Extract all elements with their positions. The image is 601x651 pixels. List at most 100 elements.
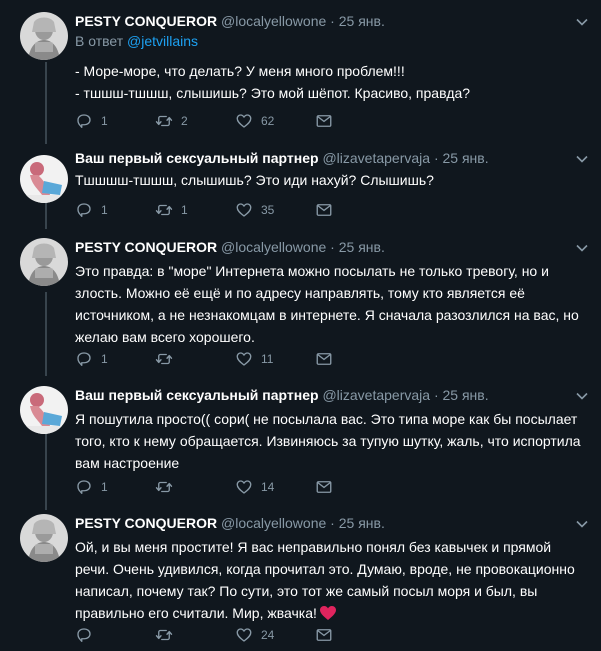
reply-icon (75, 201, 93, 219)
reply-prefix: В ответ (75, 33, 124, 49)
display-name[interactable]: Ваш первый сексуальный партнер (75, 150, 319, 166)
like-button[interactable]: 24 (235, 626, 315, 644)
retweet-button[interactable]: 1 (155, 201, 235, 219)
tweet[interactable]: PESTY CONQUEROR @localyellowone · 25 янв… (0, 0, 601, 145)
like-count: 62 (261, 114, 275, 128)
separator-dot: · (330, 239, 335, 255)
like-count: 24 (261, 628, 275, 642)
separator-dot: · (330, 13, 335, 29)
display-name[interactable]: PESTY CONQUEROR (75, 13, 217, 29)
chevron-down-icon[interactable] (575, 152, 589, 166)
tweet-header: PESTY CONQUEROR @localyellowone · 25 янв… (75, 12, 587, 30)
reply-count: 1 (101, 114, 108, 128)
reply-button[interactable]: 1 (75, 201, 155, 219)
timestamp[interactable]: 25 янв. (339, 13, 385, 29)
like-button[interactable]: 35 (235, 201, 315, 219)
retweet-count: 1 (181, 203, 188, 217)
reply-mention-link[interactable]: @jetvillains (127, 33, 198, 49)
tweet-actions: 1 1 35 (75, 200, 395, 220)
reply-count: 1 (101, 203, 108, 217)
retweet-button[interactable] (155, 626, 235, 644)
retweet-icon (155, 112, 173, 130)
chevron-down-icon[interactable] (575, 389, 589, 403)
chevron-down-icon[interactable] (575, 241, 589, 255)
tweet-actions: 1 2 62 (75, 111, 395, 131)
direct-message-button[interactable] (315, 201, 395, 219)
timeline: PESTY CONQUEROR @localyellowone · 25 янв… (0, 0, 601, 651)
retweet-count: 2 (181, 114, 188, 128)
tweet-text: Тшшшш-тшшш, слышишь? Это иди нахуй? Слыш… (75, 172, 434, 188)
reply-button[interactable] (75, 626, 155, 644)
username[interactable]: @localyellowone (221, 515, 326, 531)
tweet-header: Ваш первый сексуальный партнер @lizaveta… (75, 386, 587, 404)
reply-icon (75, 112, 93, 130)
timestamp[interactable]: 25 янв. (443, 150, 489, 166)
reply-button[interactable]: 1 (75, 112, 155, 130)
tweet-actions: 24 (75, 625, 395, 645)
retweet-icon (155, 201, 173, 219)
username[interactable]: @lizavetapervaja (322, 387, 430, 403)
heart-icon (235, 201, 253, 219)
reply-button[interactable]: 1 (75, 350, 155, 368)
like-button[interactable]: 62 (235, 112, 315, 130)
display-name[interactable]: PESTY CONQUEROR (75, 239, 217, 255)
retweet-button[interactable] (155, 350, 235, 368)
timestamp[interactable]: 25 янв. (443, 387, 489, 403)
heart-icon (235, 350, 253, 368)
separator-dot: · (330, 515, 335, 531)
username[interactable]: @localyellowone (221, 13, 326, 29)
reply-button[interactable]: 1 (75, 478, 155, 496)
separator-dot: · (433, 387, 439, 403)
heart-icon (235, 626, 253, 644)
direct-message-button[interactable] (315, 626, 395, 644)
like-count: 11 (261, 352, 274, 366)
reply-icon (75, 478, 93, 496)
avatar[interactable] (20, 514, 68, 562)
tweet-actions: 1 11 (75, 349, 395, 369)
reply-count: 1 (101, 352, 108, 366)
tweet[interactable]: PESTY CONQUEROR @localyellowone · 25 янв… (0, 510, 601, 651)
envelope-icon (315, 112, 333, 130)
reply-icon (75, 626, 93, 644)
direct-message-button[interactable] (315, 350, 395, 368)
display-name[interactable]: Ваш первый сексуальный партнер (75, 387, 319, 403)
reply-context: В ответ @jetvillains (75, 32, 587, 50)
display-name[interactable]: PESTY CONQUEROR (75, 515, 217, 531)
chevron-down-icon[interactable] (575, 517, 589, 531)
avatar[interactable] (20, 155, 68, 203)
retweet-button[interactable]: 2 (155, 112, 235, 130)
tweet[interactable]: Ваш первый сексуальный партнер @lizaveta… (0, 382, 601, 510)
avatar[interactable] (20, 238, 68, 286)
username[interactable]: @localyellowone (221, 239, 326, 255)
direct-message-button[interactable] (315, 478, 395, 496)
direct-message-button[interactable] (315, 112, 395, 130)
chevron-down-icon[interactable] (575, 15, 589, 29)
like-count: 35 (261, 203, 275, 217)
timestamp[interactable]: 25 янв. (339, 515, 385, 531)
avatar[interactable] (20, 12, 68, 60)
tweet-text: Ой, и вы меня простите! Я вас неправильн… (75, 536, 587, 624)
heart-icon (235, 112, 253, 130)
envelope-icon (315, 626, 333, 644)
retweet-button[interactable] (155, 478, 235, 496)
like-count: 14 (261, 480, 275, 494)
envelope-icon (315, 350, 333, 368)
retweet-icon (155, 626, 173, 644)
like-button[interactable]: 11 (235, 350, 315, 368)
like-button[interactable]: 14 (235, 478, 315, 496)
username[interactable]: @lizavetapervaja (322, 150, 430, 166)
separator-dot: · (433, 150, 439, 166)
retweet-icon (155, 478, 173, 496)
retweet-icon (155, 350, 173, 368)
tweet-text: Я пошутила просто(( сори( не посылала ва… (75, 411, 581, 471)
envelope-icon (315, 201, 333, 219)
tweet[interactable]: PESTY CONQUEROR @localyellowone · 25 янв… (0, 234, 601, 382)
tweet-text: - Море-море, что делать? У меня много пр… (75, 63, 471, 101)
tweet-text: Это правда: в "море" Интернета можно пос… (75, 263, 579, 345)
timestamp[interactable]: 25 янв. (339, 239, 385, 255)
avatar[interactable] (20, 386, 68, 434)
tweet[interactable]: Ваш первый сексуальный партнер @lizaveta… (0, 145, 601, 234)
envelope-icon (315, 478, 333, 496)
tweet-header: PESTY CONQUEROR @localyellowone · 25 янв… (75, 514, 587, 532)
reply-count: 1 (101, 480, 108, 494)
